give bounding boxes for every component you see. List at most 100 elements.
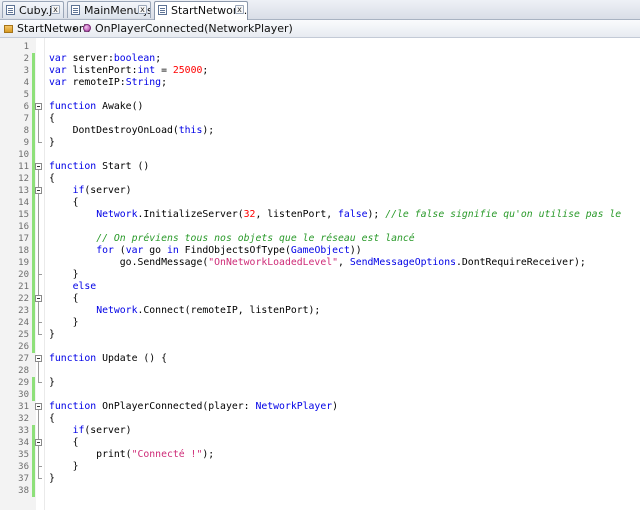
code-line[interactable]: 29} — [0, 377, 640, 389]
fold-guide — [38, 446, 39, 467]
change-marker — [32, 449, 35, 461]
code-line[interactable]: 16 — [0, 221, 640, 233]
change-marker — [32, 461, 35, 473]
fold-collapse-icon[interactable] — [35, 103, 42, 110]
code-line[interactable]: 33 if(server) — [0, 425, 640, 437]
code-editor[interactable]: 1 2 var server:boolean; 3 var listenPort:int… — [0, 38, 640, 510]
code-line[interactable]: 35 print("Connecté !"); — [0, 449, 640, 461]
change-marker — [32, 233, 35, 245]
code-line[interactable]: 37} — [0, 473, 640, 485]
line-number: 20 — [18, 270, 29, 280]
line-number: 12 — [18, 174, 29, 184]
code-text: } — [49, 461, 79, 472]
code-line[interactable]: 18 for (var go in FindObjectsOfType(Game… — [0, 245, 640, 257]
tab-cuby-js[interactable]: Cuby.js x — [2, 1, 64, 18]
code-line[interactable]: 30 — [0, 389, 640, 401]
code-line[interactable]: 25} — [0, 329, 640, 341]
fold-guide — [38, 362, 39, 383]
code-text: print("Connecté !"); — [49, 449, 215, 460]
code-text: Network.Connect(remoteIP, listenPort); — [96, 305, 321, 316]
fold-collapse-icon[interactable] — [35, 439, 42, 446]
fold-end — [38, 322, 42, 323]
line-number: 6 — [23, 102, 29, 112]
line-number: 28 — [18, 366, 29, 376]
change-marker — [32, 89, 35, 101]
code-text: else — [72, 281, 97, 292]
line-number: 38 — [18, 486, 29, 496]
code-line[interactable]: 24 } — [0, 317, 640, 329]
fold-collapse-icon[interactable] — [35, 187, 42, 194]
code-line[interactable]: 23 Network.Connect(remoteIP, listenPort)… — [0, 305, 640, 317]
code-line[interactable]: 1 — [0, 41, 640, 53]
code-line[interactable]: 20 } — [0, 269, 640, 281]
change-marker — [32, 485, 35, 497]
chevron-right-icon[interactable]: ▸ — [73, 20, 77, 37]
code-line[interactable]: 22 { — [0, 293, 640, 305]
code-line[interactable]: 3 var listenPort:int = 25000; — [0, 65, 640, 77]
change-marker — [32, 473, 35, 485]
line-number: 33 — [18, 426, 29, 436]
code-line[interactable]: 19 go.SendMessage("OnNetworkLoadedLevel"… — [0, 257, 640, 269]
code-line[interactable]: 31 function OnPlayerConnected(player: Net… — [0, 401, 640, 413]
breadcrumb-class[interactable]: StartNetwork — [17, 20, 90, 37]
code-line[interactable]: 4 var remoteIP:String; — [0, 77, 640, 89]
code-line[interactable]: 7{ — [0, 113, 640, 125]
code-line[interactable]: 34 { — [0, 437, 640, 449]
change-marker — [32, 53, 35, 65]
code-text: function Start () — [49, 161, 150, 172]
fold-collapse-icon[interactable] — [35, 403, 42, 410]
line-number: 30 — [18, 390, 29, 400]
fold-collapse-icon[interactable] — [35, 355, 42, 362]
line-number: 29 — [18, 378, 29, 388]
code-line[interactable]: 36 } — [0, 461, 640, 473]
line-number: 36 — [18, 462, 29, 472]
code-line[interactable]: 28 — [0, 365, 640, 377]
code-line[interactable]: 17 // On préviens tous nos objets que le… — [0, 233, 640, 245]
code-line[interactable]: 13 if(server) — [0, 185, 640, 197]
code-line[interactable]: 14 { — [0, 197, 640, 209]
close-tab-icon[interactable]: x — [138, 5, 147, 14]
code-text: } — [49, 269, 79, 280]
code-line[interactable]: 21 else — [0, 281, 640, 293]
code-line[interactable]: 2 var server:boolean; — [0, 53, 640, 65]
tab-mainmenu-js[interactable]: MainMenu.js x — [67, 1, 151, 18]
code-line[interactable]: 32 { — [0, 413, 640, 425]
code-line[interactable]: 5 — [0, 89, 640, 101]
code-line[interactable]: 6 function Awake() — [0, 101, 640, 113]
line-number: 32 — [18, 414, 29, 424]
breadcrumb-method[interactable]: OnPlayerConnected(NetworkPlayer) — [95, 20, 293, 37]
change-marker — [32, 125, 35, 137]
code-text: var remoteIP:String; — [49, 77, 167, 88]
close-tab-icon[interactable]: x — [51, 5, 60, 14]
code-text: } — [49, 137, 55, 148]
code-text: { — [49, 173, 55, 184]
javascript-file-icon — [71, 5, 80, 15]
close-tab-icon[interactable]: x — [235, 5, 244, 14]
code-line[interactable]: 12 { — [0, 173, 640, 185]
fold-collapse-icon[interactable] — [35, 295, 42, 302]
code-line[interactable]: 38 — [0, 485, 640, 497]
code-text: // On préviens tous nos objets que le ré… — [96, 233, 415, 244]
code-line[interactable]: 27 function Update () { — [0, 353, 640, 365]
code-text: { — [49, 113, 55, 124]
change-marker — [32, 305, 35, 317]
code-text: function Update () { — [49, 353, 167, 364]
line-number: 37 — [18, 474, 29, 484]
tab-startnetwork-js[interactable]: StartNetwork.js x — [154, 1, 248, 20]
code-line[interactable]: 26 — [0, 341, 640, 353]
change-marker — [32, 329, 35, 341]
change-marker — [32, 209, 35, 221]
code-line[interactable]: 9} — [0, 137, 640, 149]
line-number: 14 — [18, 198, 29, 208]
line-number: 10 — [18, 150, 29, 160]
fold-guide — [38, 302, 39, 323]
code-text: DontDestroyOnLoad(this); — [49, 125, 215, 136]
change-marker — [32, 173, 35, 185]
fold-collapse-icon[interactable] — [35, 163, 42, 170]
code-text: if(server) — [72, 425, 132, 436]
code-line[interactable]: 8 DontDestroyOnLoad(this); — [0, 125, 640, 137]
code-line[interactable]: 10 — [0, 149, 640, 161]
code-line[interactable]: 11 function Start () — [0, 161, 640, 173]
code-line[interactable]: 15 Network.InitializeServer(32, listenPo… — [0, 209, 640, 221]
breadcrumb: StartNetwork ▸ OnPlayerConnected(Network… — [0, 20, 640, 38]
